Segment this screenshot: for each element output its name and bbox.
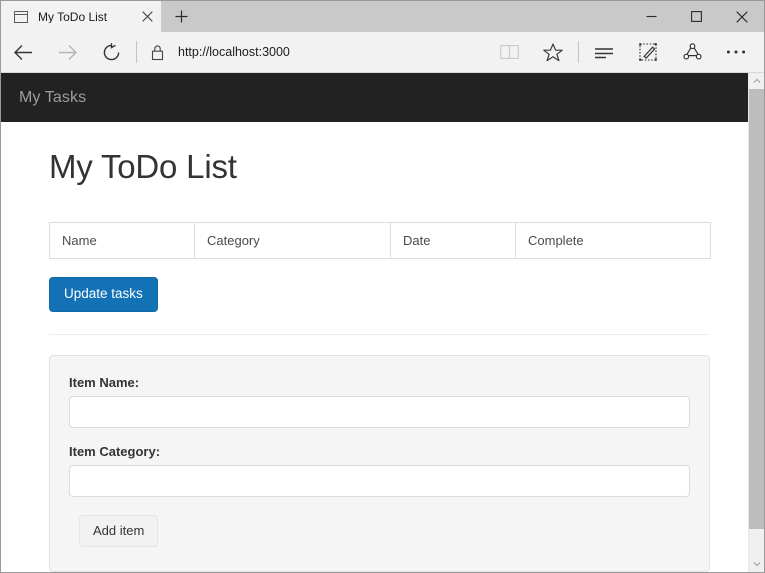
hub-lines-icon [594,45,614,59]
toolbar-divider-2 [578,41,579,63]
close-icon [736,11,748,23]
column-header-category: Category [195,223,391,259]
site-navbar: My Tasks [1,73,748,122]
toolbar-divider [136,41,137,63]
item-category-group: Item Category: [69,444,690,497]
item-category-label: Item Category: [69,444,690,459]
add-item-form-panel: Item Name: Item Category: Add item [49,355,710,572]
caret-up-icon [753,78,761,84]
toolbar-right-actions [487,32,764,72]
browser-tab[interactable]: My ToDo List [1,1,161,32]
page-scrollbar[interactable] [748,73,764,572]
scrollbar-track[interactable] [749,89,764,556]
item-name-group: Item Name: [69,375,690,428]
todo-table: Name Category Date Complete [49,222,711,259]
tab-close-icon[interactable] [133,1,161,32]
browser-window: My ToDo List [0,0,765,573]
table-header-row: Name Category Date Complete [50,223,711,259]
column-header-complete: Complete [516,223,711,259]
web-page: My Tasks My ToDo List Name Category Date… [1,73,748,572]
site-security-button[interactable] [140,32,174,72]
hub-button[interactable] [582,32,626,72]
tab-strip: My ToDo List [1,1,764,32]
table-head: Name Category Date Complete [50,223,711,259]
share-icon [683,43,702,62]
close-window-button[interactable] [719,1,764,32]
minimize-icon [646,11,657,22]
refresh-button[interactable] [89,32,133,72]
section-divider [49,334,710,335]
scrollbar-down-button[interactable] [749,556,764,572]
site-brand[interactable]: My Tasks [19,89,86,107]
address-bar[interactable]: http://localhost:3000 [174,32,487,72]
tab-title: My ToDo List [38,11,133,23]
address-bar-url: http://localhost:3000 [178,45,290,59]
page-container: My ToDo List Name Category Date Complete… [1,149,748,572]
add-item-button[interactable]: Add item [79,515,158,547]
maximize-icon [691,11,702,22]
column-header-date: Date [391,223,516,259]
update-tasks-button[interactable]: Update tasks [49,277,158,312]
arrow-right-icon [57,42,78,63]
refresh-icon [102,43,121,62]
lock-icon [150,44,165,61]
item-name-input[interactable] [69,396,690,428]
item-name-label: Item Name: [69,375,690,390]
book-icon [500,44,519,60]
page-title: My ToDo List [49,149,748,185]
star-icon [543,43,563,62]
maximize-button[interactable] [674,1,719,32]
item-category-input[interactable] [69,465,690,497]
back-button[interactable] [1,32,45,72]
pencil-note-icon [639,43,658,62]
plus-icon [175,10,188,23]
window-controls [629,1,764,32]
new-tab-button[interactable] [161,1,201,32]
share-button[interactable] [670,32,714,72]
browser-toolbar: http://localhost:3000 [1,32,764,73]
favorites-button[interactable] [531,32,575,72]
ellipsis-icon [726,49,746,55]
caret-down-icon [753,561,761,567]
column-header-name: Name [50,223,195,259]
minimize-button[interactable] [629,1,674,32]
reading-view-button[interactable] [487,32,531,72]
page-viewport: My Tasks My ToDo List Name Category Date… [1,73,764,572]
web-note-button[interactable] [626,32,670,72]
scrollbar-thumb[interactable] [749,89,764,529]
more-settings-button[interactable] [714,32,758,72]
arrow-left-icon [13,42,34,63]
window-page-icon [13,9,29,25]
scrollbar-up-button[interactable] [749,73,764,89]
forward-button[interactable] [45,32,89,72]
